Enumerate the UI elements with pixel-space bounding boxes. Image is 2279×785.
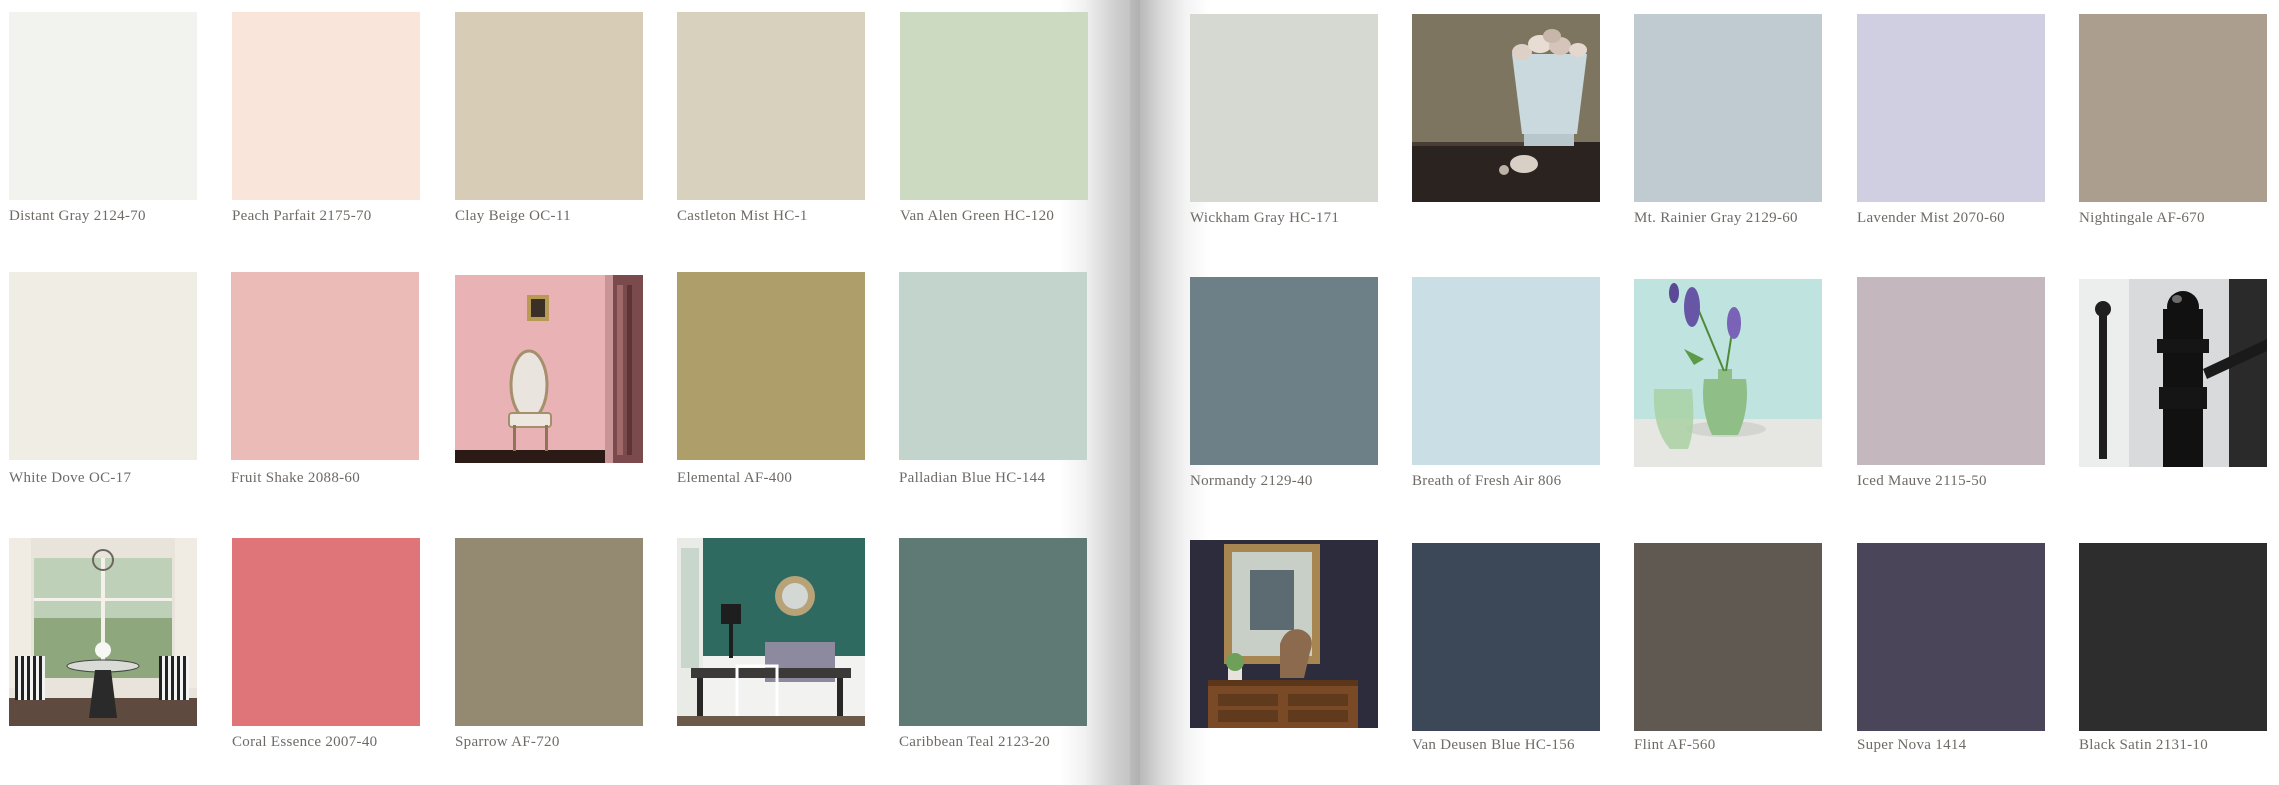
color-chip[interactable] bbox=[232, 538, 420, 726]
swatch-label: Castleton Mist HC-1 bbox=[677, 208, 808, 224]
swatch-label: Flint AF-560 bbox=[1634, 737, 1716, 753]
color-chip[interactable] bbox=[677, 272, 865, 460]
color-chip[interactable] bbox=[1634, 543, 1822, 731]
pink-room-chair-photo bbox=[455, 275, 643, 463]
swatch-label: Van Deusen Blue HC-156 bbox=[1412, 737, 1575, 753]
color-chip[interactable] bbox=[1412, 277, 1600, 465]
swatch-label: Iced Mauve 2115-50 bbox=[1857, 473, 1987, 489]
color-chip[interactable] bbox=[1857, 14, 2045, 202]
swatch-label: Nightingale AF-670 bbox=[2079, 210, 2205, 226]
color-chip[interactable] bbox=[231, 272, 419, 460]
swatch-label: Clay Beige OC-11 bbox=[455, 208, 571, 224]
color-chip[interactable] bbox=[455, 538, 643, 726]
color-chip[interactable] bbox=[1857, 277, 2045, 465]
swatch-label: Wickham Gray HC-171 bbox=[1190, 210, 1340, 226]
color-chip[interactable] bbox=[1634, 14, 1822, 202]
color-chip[interactable] bbox=[9, 12, 197, 200]
swatch-label: Normandy 2129-40 bbox=[1190, 473, 1313, 489]
color-chip[interactable] bbox=[1412, 543, 1600, 731]
color-chip[interactable] bbox=[1190, 277, 1378, 465]
swatch-label: Caribbean Teal 2123-20 bbox=[899, 734, 1051, 750]
swatch-label: Coral Essence 2007-40 bbox=[232, 734, 378, 750]
swatch-label: Black Satin 2131-10 bbox=[2079, 737, 2209, 753]
color-chip[interactable] bbox=[9, 272, 197, 460]
color-chip[interactable] bbox=[455, 12, 643, 200]
color-chip[interactable] bbox=[900, 12, 1088, 200]
lupine-vase-photo bbox=[1634, 279, 1822, 467]
color-chip[interactable] bbox=[2079, 543, 2267, 731]
horse-bust-dresser-photo bbox=[1190, 540, 1378, 728]
color-chip[interactable] bbox=[1857, 543, 2045, 731]
swatch-label: Fruit Shake 2088-60 bbox=[231, 470, 361, 486]
swatch-label: White Dove OC-17 bbox=[9, 470, 132, 486]
swatch-label: Van Alen Green HC-120 bbox=[900, 208, 1055, 224]
swatch-label: Sparrow AF-720 bbox=[455, 734, 560, 750]
swatch-label: Distant Gray 2124-70 bbox=[9, 208, 146, 224]
swatch-label: Peach Parfait 2175-70 bbox=[232, 208, 372, 224]
right-page: Wickham Gray HC-171 Mt. Rainier Gray 212… bbox=[1140, 0, 2279, 785]
color-chip[interactable] bbox=[677, 12, 865, 200]
colander-shells-photo bbox=[1412, 14, 1600, 202]
color-chip[interactable] bbox=[899, 538, 1087, 726]
swatch-label: Palladian Blue HC-144 bbox=[899, 470, 1046, 486]
color-chip[interactable] bbox=[232, 12, 420, 200]
swatch-label: Lavender Mist 2070-60 bbox=[1857, 210, 2005, 226]
left-page: Distant Gray 2124-70 Peach Parfait 2175-… bbox=[0, 0, 1140, 785]
swatch-label: Elemental AF-400 bbox=[677, 470, 793, 486]
swatch-label: Mt. Rainier Gray 2129-60 bbox=[1634, 210, 1798, 226]
sunroom-dining-photo bbox=[9, 538, 197, 726]
teal-dining-room-photo bbox=[677, 538, 865, 726]
swatch-label: Breath of Fresh Air 806 bbox=[1412, 473, 1562, 489]
color-chip[interactable] bbox=[899, 272, 1087, 460]
color-chip[interactable] bbox=[1190, 14, 1378, 202]
swatch-label: Super Nova 1414 bbox=[1857, 737, 1967, 753]
color-chip[interactable] bbox=[2079, 14, 2267, 202]
black-newel-post-photo bbox=[2079, 279, 2267, 467]
